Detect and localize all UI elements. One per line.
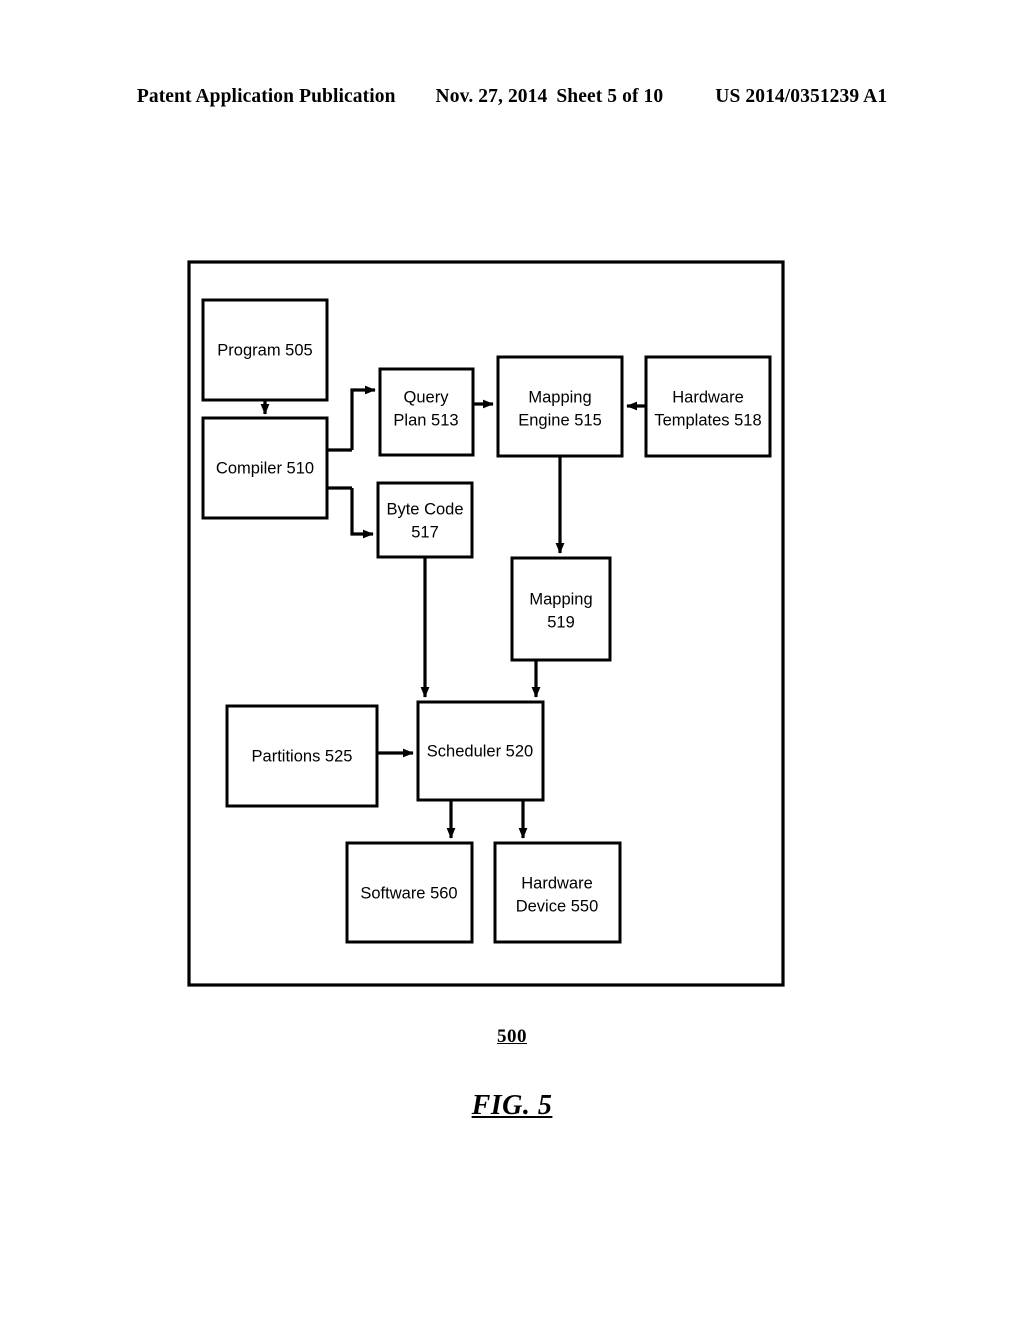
node-mapping-engine-label-line1: Mapping — [528, 388, 591, 406]
node-hardware-device-label-line2: Device 550 — [516, 897, 599, 915]
patent-page: Patent Application Publication Nov. 27, … — [0, 0, 1024, 1320]
figure-caption: FIG. 5 — [471, 1090, 553, 1121]
block-diagram-svg: Program 505 Compiler 510 Query Plan 513 … — [187, 260, 785, 987]
node-hardware-device[interactable]: Hardware Device 550 — [493, 841, 622, 944]
node-software[interactable]: Software 560 — [345, 841, 474, 944]
node-program-label: Program 505 — [217, 341, 312, 359]
node-scheduler-label: Scheduler 520 — [427, 742, 533, 760]
node-hardware-templates-label-line2: Templates 518 — [654, 411, 761, 429]
edge-compiler-to-byte-code — [327, 486, 374, 539]
node-byte-code[interactable]: Byte Code 517 — [376, 481, 474, 559]
node-byte-code-label-line2: 517 — [411, 523, 439, 541]
node-mapping-engine-label-line2: Engine 515 — [518, 411, 602, 429]
node-query-plan-label-line1: Query — [404, 388, 450, 406]
node-mapping[interactable]: Mapping 519 — [510, 556, 612, 662]
node-compiler-label: Compiler 510 — [216, 459, 314, 477]
node-hardware-device-label-line1: Hardware — [521, 874, 593, 892]
figure-5: Program 505 Compiler 510 Query Plan 513 … — [0, 0, 1024, 1320]
node-compiler[interactable]: Compiler 510 — [201, 416, 329, 520]
node-mapping-label-line2: 519 — [547, 613, 575, 631]
edge-compiler-to-query-plan — [327, 385, 376, 452]
node-scheduler[interactable]: Scheduler 520 — [416, 700, 545, 802]
node-software-label: Software 560 — [360, 884, 457, 902]
node-partitions-label: Partitions 525 — [252, 747, 353, 765]
node-query-plan[interactable]: Query Plan 513 — [378, 367, 475, 457]
node-query-plan-label-line2: Plan 513 — [393, 411, 458, 429]
node-partitions[interactable]: Partitions 525 — [225, 704, 379, 808]
node-hardware-templates-label-line1: Hardware — [672, 388, 744, 406]
node-mapping-engine[interactable]: Mapping Engine 515 — [496, 355, 624, 458]
node-program[interactable]: Program 505 — [201, 298, 329, 402]
figure-reference-number: 500 — [497, 1026, 527, 1047]
node-byte-code-label-line1: Byte Code — [386, 500, 463, 518]
node-mapping-label-line1: Mapping — [529, 590, 592, 608]
node-hardware-templates[interactable]: Hardware Templates 518 — [644, 355, 772, 458]
